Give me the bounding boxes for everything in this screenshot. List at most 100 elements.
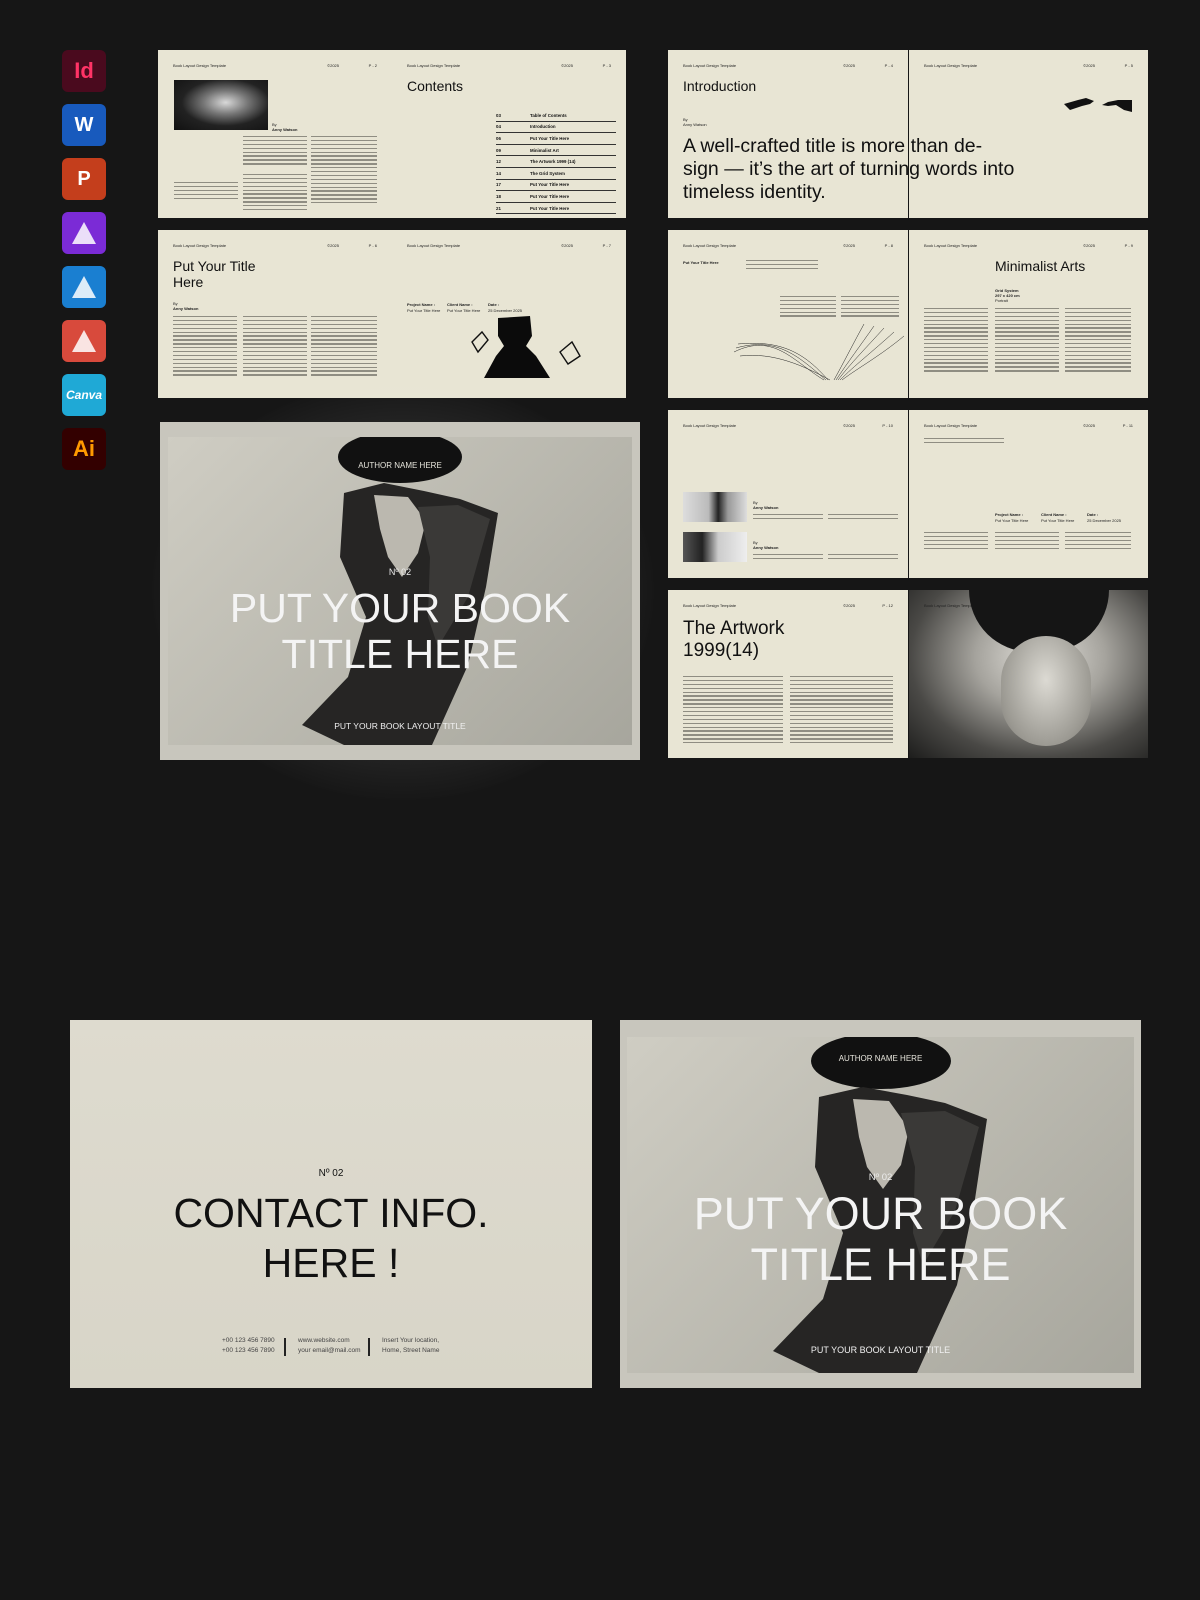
page-header-label: Book Layout Design Template [683,603,737,608]
title-line: HERE ! [262,1240,400,1287]
page-header-label: Book Layout Design Template [683,423,737,428]
toc-row: 04 Introduction [496,122,616,134]
canva-icon: Canva [62,374,106,416]
byline-author: Anny Watson [753,545,779,550]
web-line: www.website.com [298,1337,350,1344]
page-header-year: ©2025 [327,63,339,68]
title-line: 1999(14) [683,639,760,661]
title-line: Here [173,274,204,291]
quote-line: A well-crafted title is more than de- [683,135,983,157]
client-name-label: Client Name : [1041,512,1067,517]
cover-number: Nº 02 [868,1172,893,1183]
toc-row: 06 Put Your Title Here [496,133,616,145]
title-line: TITLE HERE [750,1238,1011,1290]
affinity-triangle-glyph [72,222,96,244]
toc-entry: Minimalist Art [530,147,559,153]
word-icon: W [62,104,106,146]
intro-quote: A well-crafted title is more than de- si… [683,135,1014,203]
affinity-designer-icon [62,266,106,308]
toc-page-number: 21 [496,205,501,211]
page-header-label: Book Layout Design Template [407,243,461,248]
page-number: P - 2 [368,63,377,68]
app-icon-label: Id [74,58,94,83]
body-text [683,676,783,746]
toc-row: 18 Put Your Title Here [496,191,616,203]
body-text [924,438,1004,446]
byline-author: Anny Watson [753,505,779,510]
page-header-year: ©2025 [1083,423,1095,428]
toc-page-number: 09 [496,147,501,153]
affinity-publisher-icon [62,212,106,254]
date-label: Date : [1087,512,1099,517]
page-number: P - 7 [602,243,611,248]
silhouette-photo [462,312,586,382]
sunglasses-photo [683,492,747,522]
date-label: Date : [488,302,500,307]
body-text [828,554,898,562]
toc-entry: Table of Contents [530,112,567,118]
page-number: P - 8 [884,243,893,248]
page-header-year: ©2025 [561,63,573,68]
back-cover: Nº 02 CONTACT INFO. HERE ! +00 123 456 78… [70,1020,592,1388]
cover-photo-frame: AUTHOR NAME HERE Nº 02 PUT YOUR BOOK TITL… [627,1037,1134,1373]
affinity-triangle-glyph [72,276,96,298]
body-text [790,676,893,746]
app-icon-label: W [74,113,94,136]
page-12: Book Layout Design Template ©2025 P - 12 T… [668,590,908,758]
body-text [1065,308,1131,374]
page-9: Book Layout Design Template ©2025 P - 9 Mi… [909,230,1148,398]
phone-line: +00 123 456 7890 [222,1337,275,1344]
portrait-photo [683,532,747,562]
body-text [173,316,237,378]
toc-entry: Put Your Title Here [530,193,570,199]
page-header-year: ©2025 [327,243,339,248]
front-cover: AUTHOR NAME HERE Nº 02 PUT YOUR BOOK TITL… [620,1020,1141,1388]
hands-illustration [1064,90,1132,114]
woman-portrait-photo: Book Layout Design Template [909,590,1148,758]
body-text [311,316,377,378]
page-2: Book Layout Design Template ©2025 P - 2 By… [158,50,392,218]
body-text [924,308,988,374]
toc-entry: Introduction [530,124,556,130]
page-number: P - 5 [1124,63,1133,68]
table-of-contents: 03 Table of Contents 04 Introduction 06 Put Y… [496,110,616,215]
contact-title: CONTACT INFO. HERE ! [70,1188,592,1289]
project-name-label: Project Name : [407,302,436,307]
title-line: Put Your Title [173,258,256,274]
page-6: Book Layout Design Template ©2025 P - 6 Pu… [158,230,392,398]
page-title: Introduction [683,78,757,94]
page-11: Book Layout Design Template ©2025 P - 11 P… [909,410,1148,578]
body-text [780,296,836,319]
quote-line: timeless identity. [683,180,826,203]
app-icon-label: Ai [73,436,95,461]
powerpoint-icon: P [62,158,106,200]
toc-page-number: 12 [496,159,501,165]
address-line: Insert Your location, [382,1337,440,1344]
page-number: P - 10 [882,423,893,428]
body-text [841,296,899,319]
toc-entry: The Grid System [530,170,565,176]
body-text [174,182,238,201]
byline-author: Anny Watson [272,127,298,132]
cover-title: PUT YOUR BOOK TITLE HERE [627,1188,1134,1291]
byline-author: Anny Watson [173,306,199,311]
page-header-label: Book Layout Design Template [173,243,227,248]
client-name-label: Client Name : [447,302,473,307]
toc-page-number: 04 [496,124,501,130]
toc-page-number: 14 [496,170,501,176]
grid-orientation: Portrait [995,298,1008,303]
date-value: 25 December 2025 [1087,518,1122,523]
title-line: The Artwork [683,618,785,639]
page-number: P - 4 [884,63,893,68]
title-line: PUT YOUR BOOK [693,1188,1068,1239]
email-line: your email@mail.com [298,1347,361,1355]
toc-row: 17 Put Your Title Here [496,180,616,192]
body-text [995,308,1059,374]
cover-subtitle: PUT YOUR BOOK LAYOUT TITLE [810,1345,951,1355]
body-text [1065,532,1131,551]
body-text [753,554,823,562]
page-header-label: Book Layout Design Template [924,423,978,428]
body-text [243,174,307,213]
indesign-icon: Id [62,50,106,92]
toc-page-number: 06 [496,135,501,141]
